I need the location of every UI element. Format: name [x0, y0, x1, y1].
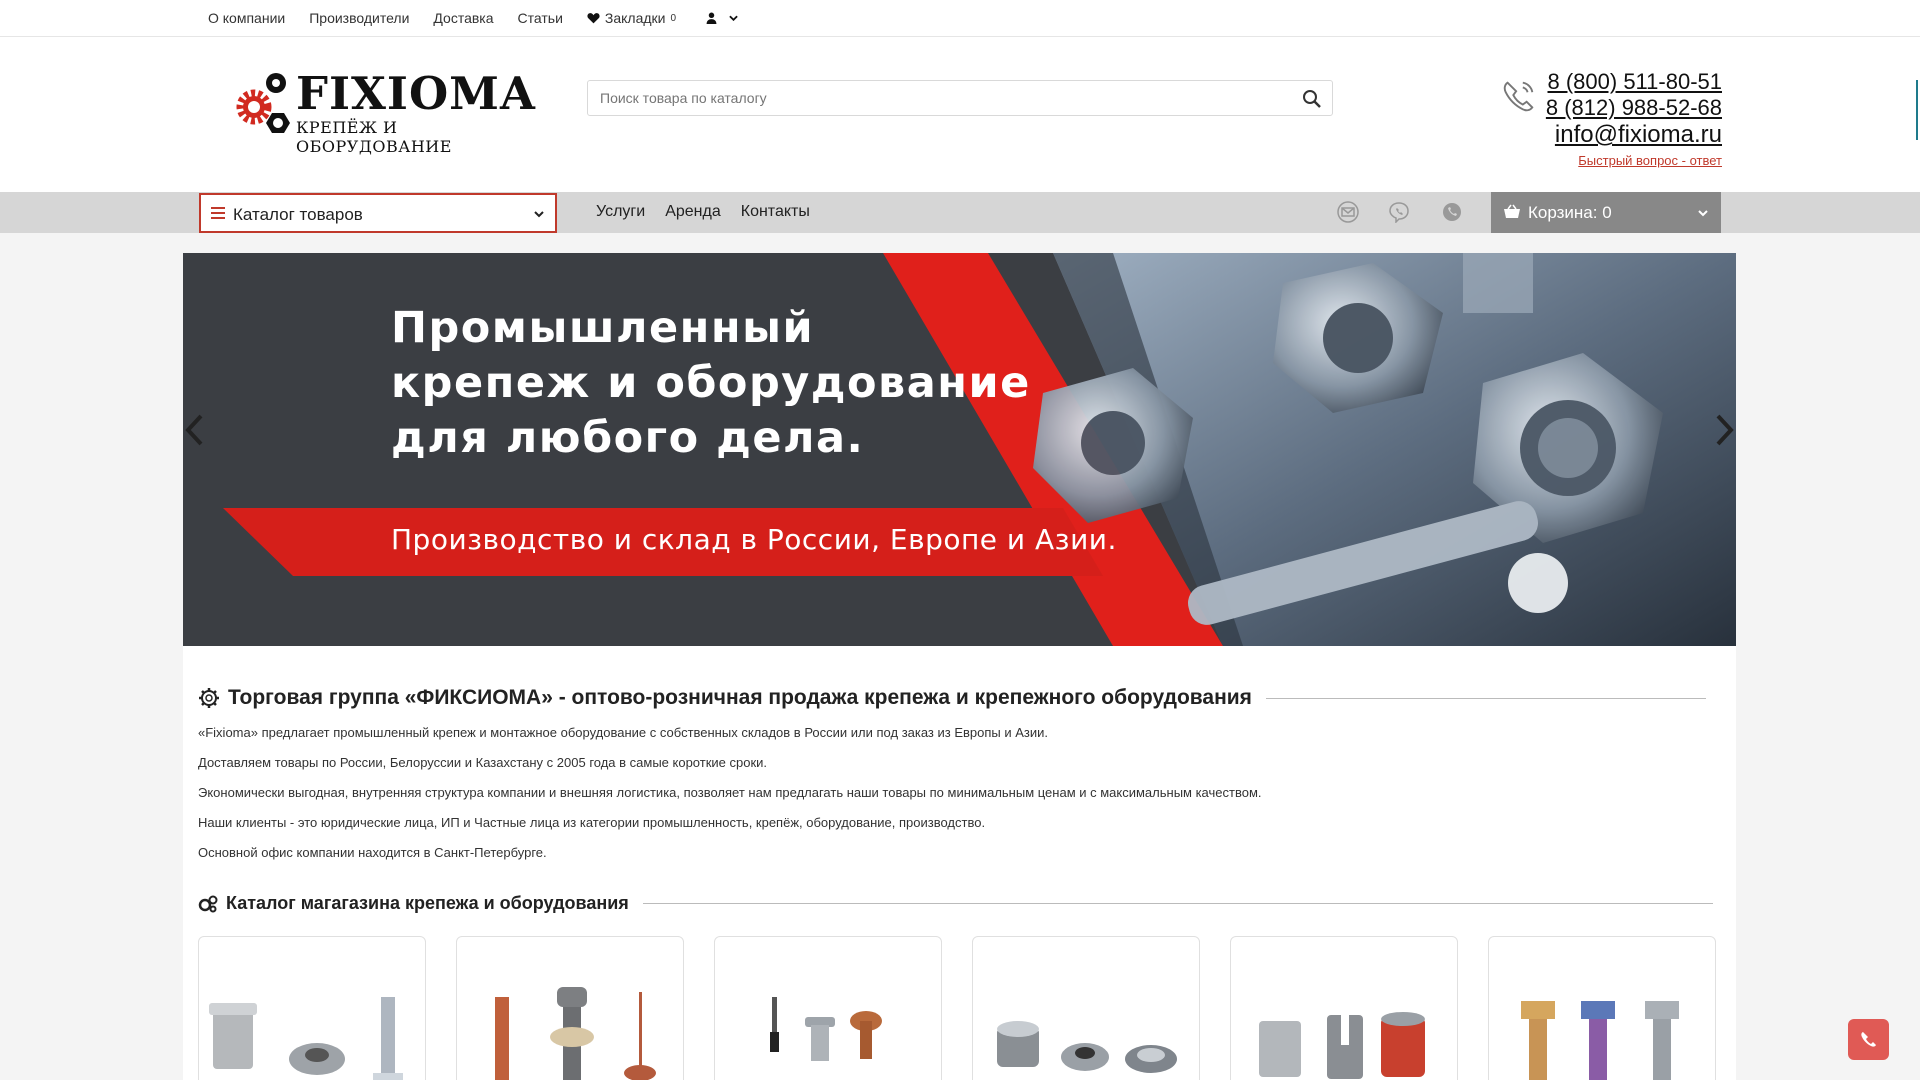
chevron-down-icon: [534, 211, 544, 218]
clinch-fasteners-image: [209, 997, 403, 1080]
whatsapp-icon[interactable]: [1441, 201, 1463, 223]
search-input[interactable]: [588, 81, 1288, 115]
heart-icon: [587, 13, 600, 24]
catalog-label: Каталог товаров: [233, 205, 363, 224]
account-menu[interactable]: [706, 10, 738, 26]
about-paragraph-4: Наши клиенты - это юридические лица, ИП …: [198, 815, 986, 830]
thread-inserts-image: [1259, 1012, 1425, 1079]
about-paragraph-1: «Fixioma» предлагает промышленный крепеж…: [198, 725, 1049, 740]
top-link-articles[interactable]: Статьи: [518, 10, 563, 26]
about-paragraph-3: Экономически выгодная, внутренняя структ…: [198, 785, 1262, 800]
page-edge-strip: [1916, 80, 1918, 140]
main-content: Торговая группа «ФИКСИОМА» - оптово-розн…: [183, 646, 1736, 1080]
catalog-card-1[interactable]: [198, 936, 426, 1080]
phone-icon: [1861, 1032, 1876, 1047]
banner-headline-line-2: крепеж и оборудование: [391, 358, 1031, 408]
chevron-right-icon[interactable]: [1714, 413, 1736, 447]
nav-link-contacts[interactable]: Контакты: [741, 203, 810, 221]
top-link-manufacturers[interactable]: Производители: [309, 10, 409, 26]
press-nuts-image: [997, 1021, 1177, 1073]
menu-icon: [211, 207, 225, 219]
gears-logo-icon: [236, 73, 290, 133]
gears-icon: [198, 895, 218, 912]
logo-word: FIXIOMA: [296, 67, 536, 120]
callback-button[interactable]: [1848, 1019, 1889, 1060]
catalog-title-text: Каталог магагазина крепежа и оборудовани…: [226, 893, 629, 913]
catalog-card-3[interactable]: [714, 936, 942, 1080]
main-nav: Каталог товаров Услуги Аренда Контакты К…: [0, 192, 1920, 233]
nav-link-services[interactable]: Услуги: [596, 203, 645, 221]
gear-icon: [199, 688, 219, 708]
header: FIXIOMA КРЕПЁЖ И ОБОРУДОВАНИЕ 8 (800) 51…: [0, 37, 1920, 192]
top-bar: О компании Производители Доставка Статьи…: [0, 0, 1920, 37]
top-link-delivery[interactable]: Доставка: [433, 10, 493, 26]
catalog-section-title: Каталог магагазина крепежа и оборудовани…: [198, 893, 1713, 914]
chevron-down-icon: [729, 15, 738, 21]
basket-icon: [1504, 204, 1520, 218]
banjo-bolts-image: [1521, 1001, 1679, 1080]
phone-link-1[interactable]: 8 (800) 511-80-51: [1548, 69, 1723, 95]
catalog-card-5[interactable]: [1230, 936, 1458, 1080]
title-divider: [1265, 697, 1706, 699]
top-links: О компании Производители Доставка Статьи…: [208, 10, 738, 26]
bookmarks-label: Закладки: [604, 10, 666, 26]
banner-headline-line-3: для любого дела.: [391, 413, 865, 463]
logo-subtitle: КРЕПЁЖ И ОБОРУДОВАНИЕ: [296, 118, 452, 156]
catalog-dropdown-button[interactable]: Каталог товаров: [199, 193, 557, 233]
rivets-image: [770, 997, 882, 1061]
banner-headline: Промышленный крепеж и оборудование для л…: [391, 301, 1031, 466]
title-divider: [642, 903, 1713, 904]
bookmarks-count: 0: [670, 12, 677, 24]
about-paragraph-5: Основной офис компании находится в Санкт…: [198, 845, 547, 860]
email-link[interactable]: info@fixioma.ru: [1555, 121, 1722, 149]
nav-links: Услуги Аренда Контакты: [596, 203, 810, 221]
about-paragraph-2: Доставляем товары по России, Белоруссии …: [198, 755, 768, 770]
search-box: [587, 80, 1333, 116]
banner-headline-line-1: Промышленный: [391, 303, 815, 353]
quick-question-link[interactable]: Быстрый вопрос - ответ: [1578, 153, 1722, 168]
about-title-text: Торговая группа «ФИКСИОМА» - оптово-розн…: [228, 686, 1252, 709]
catalog-card-6[interactable]: [1488, 936, 1716, 1080]
weld-studs-image: [495, 987, 656, 1080]
mail-icon[interactable]: [1337, 201, 1359, 223]
catalog-card-2[interactable]: [456, 936, 684, 1080]
phone-link-2[interactable]: 8 (812) 988-52-68: [1546, 95, 1722, 121]
top-link-about[interactable]: О компании: [208, 10, 285, 26]
bookmarks-link[interactable]: Закладки 0: [587, 10, 676, 26]
cart-button[interactable]: Корзина: 0: [1491, 192, 1721, 233]
catalog-card-4[interactable]: [972, 936, 1200, 1080]
chevron-left-icon[interactable]: [183, 413, 205, 447]
cart-label: Корзина: 0: [1528, 203, 1612, 222]
viber-icon[interactable]: [1388, 201, 1410, 223]
search-icon[interactable]: [1302, 89, 1322, 109]
phone-icon: [1503, 81, 1534, 112]
banner-subline: Производство и склад в России, Европе и …: [391, 523, 1117, 556]
hero-banner: Промышленный крепеж и оборудование для л…: [183, 253, 1736, 646]
logo[interactable]: FIXIOMA КРЕПЁЖ И ОБОРУДОВАНИЕ: [232, 67, 535, 156]
user-icon: [706, 12, 717, 24]
contacts-block: 8 (800) 511-80-51 8 (812) 988-52-68 info…: [1500, 69, 1722, 184]
chevron-down-icon: [1698, 210, 1708, 217]
about-section-title: Торговая группа «ФИКСИОМА» - оптово-розн…: [198, 686, 1706, 710]
nav-link-rent[interactable]: Аренда: [665, 203, 721, 221]
